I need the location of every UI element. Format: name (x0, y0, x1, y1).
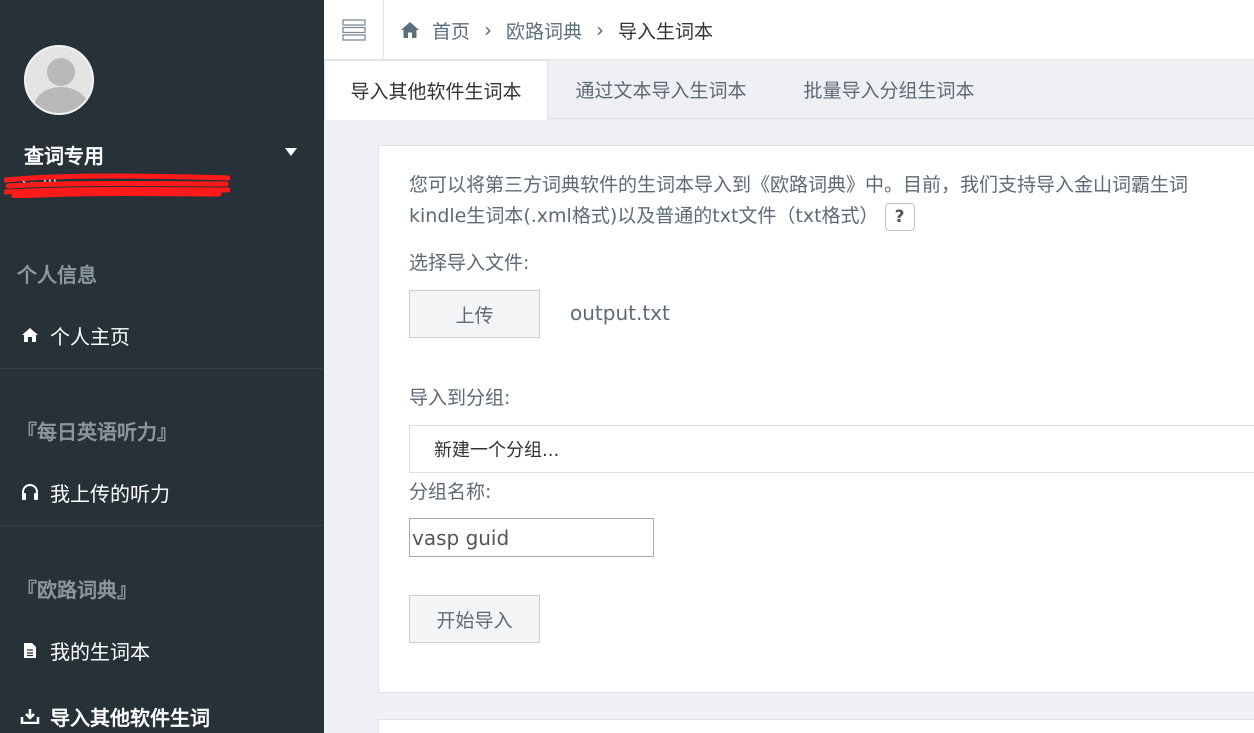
sidebar-item-my-wordbook[interactable]: 我的生词本 (0, 628, 324, 672)
group-name-input[interactable]: vasp guid (409, 518, 654, 557)
chevron-right-icon: › (484, 18, 493, 42)
list-icon (341, 19, 366, 41)
top-bar: 首页 › 欧路词典 › 导入生词本 (324, 0, 1254, 60)
redaction-scribble (4, 173, 230, 198)
section-title-personal: 个人信息 (17, 263, 97, 287)
headphones-icon (20, 482, 40, 502)
description-line: kindle生词本(.xml格式)以及普通的txt文件（txt格式） (409, 205, 879, 227)
group-name-label: 分组名称: (409, 481, 492, 503)
import-description: 您可以将第三方词典软件的生词本导入到《欧路词典》中。目前，我们支持导入金山词霸生… (409, 170, 1254, 232)
choose-file-label: 选择导入文件: (409, 252, 530, 274)
import-icon (20, 706, 40, 726)
import-panel: 您可以将第三方词典软件的生词本导入到《欧路词典》中。目前，我们支持导入金山词霸生… (378, 145, 1254, 693)
sidebar: 查词专用 c...m 个人信息 个人主页 『每日英语听力』 我上传的听力 『欧路… (0, 0, 324, 733)
breadcrumb-eudic[interactable]: 欧路词典 (506, 17, 582, 44)
selected-file-name: output.txt (570, 301, 670, 325)
section-title-eudic: 『欧路词典』 (17, 578, 137, 602)
tab-import-by-text[interactable]: 通过文本导入生词本 (556, 60, 766, 119)
avatar[interactable] (24, 45, 94, 115)
breadcrumb-current: 导入生词本 (618, 20, 714, 43)
import-to-group-label: 导入到分组: (409, 387, 511, 409)
home-icon[interactable] (400, 21, 420, 39)
help-button[interactable]: ? (884, 202, 915, 231)
sidebar-item-label: 我上传的听力 (50, 481, 170, 506)
divider (0, 368, 324, 369)
tab-import-other-software[interactable]: 导入其他软件生词本 (324, 60, 548, 120)
group-select-value: 新建一个分组... (434, 440, 560, 461)
sidebar-item-home[interactable]: 个人主页 (0, 313, 324, 357)
user-menu-caret-icon[interactable] (285, 148, 297, 156)
home-icon (20, 325, 40, 345)
secondary-panel (378, 719, 1254, 733)
chevron-right-icon: › (596, 18, 605, 42)
menu-toggle-button[interactable] (324, 0, 384, 60)
breadcrumb-home[interactable]: 首页 (432, 17, 470, 44)
sidebar-item-label: 个人主页 (50, 324, 130, 349)
description-line: 您可以将第三方词典软件的生词本导入到《欧路词典》中。目前，我们支持导入金山词霸生… (409, 174, 1189, 196)
breadcrumb: 首页 › 欧路词典 › 导入生词本 (400, 0, 713, 60)
start-import-button[interactable]: 开始导入 (409, 595, 540, 643)
tab-bar: 导入其他软件生词本 通过文本导入生词本 批量导入分组生词本 (324, 60, 1254, 120)
username: 查词专用 (24, 144, 104, 168)
sidebar-item-label: 导入其他软件生词 (50, 705, 210, 730)
sidebar-item-label: 我的生词本 (50, 639, 150, 664)
group-select[interactable]: 新建一个分组... (409, 425, 1254, 473)
divider (0, 525, 324, 526)
upload-button[interactable]: 上传 (409, 290, 540, 338)
document-icon (20, 640, 40, 660)
section-title-listening: 『每日英语听力』 (17, 420, 177, 444)
sidebar-item-my-listening[interactable]: 我上传的听力 (0, 470, 324, 514)
sidebar-item-import[interactable]: 导入其他软件生词 (0, 694, 324, 733)
tab-batch-import-groups[interactable]: 批量导入分组生词本 (784, 60, 994, 119)
